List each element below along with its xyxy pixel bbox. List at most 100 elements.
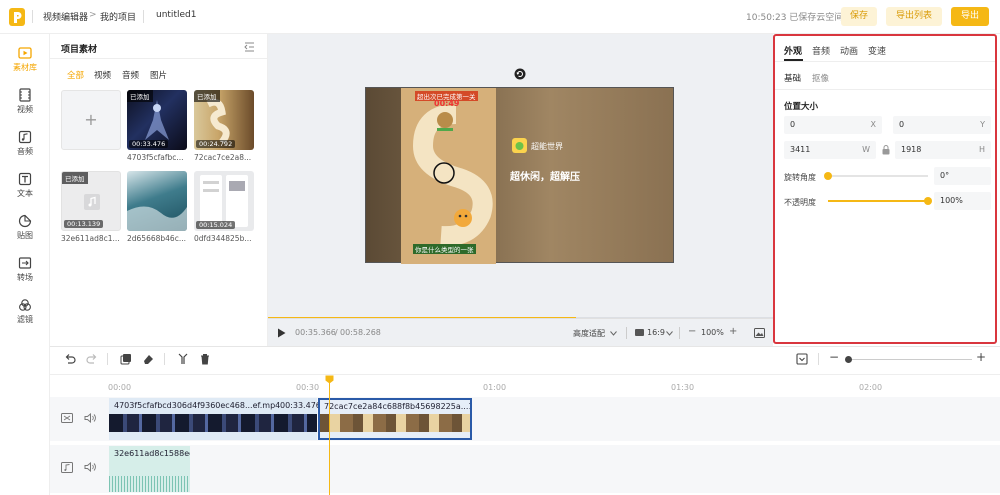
divider xyxy=(775,89,995,90)
export-list-button[interactable]: 导出列表 xyxy=(886,7,942,26)
material-thumb-3[interactable]: 已添加 00:13.139 xyxy=(61,171,121,231)
material-name: 2d65668b46c... xyxy=(127,234,186,243)
added-tag: 已添加 xyxy=(62,172,88,184)
tab-all[interactable]: 全部 xyxy=(67,69,84,81)
video-clip-1[interactable]: 4703f5cfafbcd306d4f9360ec468...ef.mp4 00… xyxy=(109,398,321,440)
breadcrumb-projects[interactable]: 我的项目 xyxy=(100,10,136,23)
divider xyxy=(143,10,144,23)
material-thumb-4[interactable] xyxy=(127,171,187,231)
export-button[interactable]: 导出 xyxy=(951,7,989,26)
rotation-slider[interactable] xyxy=(824,172,928,180)
clip-duration: 00:33.476 xyxy=(280,401,321,410)
eraser-icon[interactable] xyxy=(142,353,154,365)
current-time: 00:35.366 xyxy=(295,328,336,337)
preview-controls: 00:35.366 / 00:58.268 高度适配 16:9 − 100% + xyxy=(268,318,773,346)
material-thumb-1[interactable]: 已添加 00:33.476 xyxy=(127,90,187,150)
divider xyxy=(32,10,33,23)
total-time: 00:58.268 xyxy=(340,328,381,337)
playhead-handle-icon[interactable] xyxy=(325,375,334,384)
tab-appearance[interactable]: 外观 xyxy=(784,44,802,57)
sidebar-item-label: 文本 xyxy=(17,189,33,198)
zoom-out-button[interactable]: − xyxy=(688,326,696,337)
sidebar-item-text[interactable]: 文本 xyxy=(0,168,50,206)
opacity-input[interactable]: 100% xyxy=(934,192,991,210)
zoom-in-button[interactable]: + xyxy=(729,326,737,337)
video-canvas[interactable]: 超出次已完成第一关 00:49 你是什么类型的一张 超能世界 超休闲，超解压 xyxy=(365,87,674,264)
track-visibility-icon[interactable] xyxy=(61,413,73,423)
audio-track xyxy=(50,445,1000,493)
opacity-label: 不透明度 xyxy=(784,198,816,207)
tab-image[interactable]: 图片 xyxy=(150,69,167,81)
rotation-value: 0° xyxy=(940,171,950,180)
aspect-ratio-icon[interactable] xyxy=(635,329,644,336)
background-image-icon[interactable] xyxy=(754,328,765,338)
sidebar-item-video[interactable]: 视频 xyxy=(0,84,50,122)
x-field[interactable]: 0 X xyxy=(784,116,882,134)
save-status: 10:50:23 已保存云空间 xyxy=(746,13,844,23)
subtab-basic[interactable]: 基础 xyxy=(784,72,801,84)
properties-panel: 外观 音频 动画 变速 基础 抠像 位置大小 0 X 0 Y 3411 W 19… xyxy=(773,34,997,344)
rotation-slider-knob[interactable] xyxy=(824,172,832,180)
tab-video[interactable]: 视频 xyxy=(94,69,111,81)
tab-animation[interactable]: 动画 xyxy=(840,44,858,57)
save-button[interactable]: 保存 xyxy=(841,7,877,26)
sidebar-item-transition[interactable]: 转场 xyxy=(0,252,50,290)
tab-audio[interactable]: 音频 xyxy=(812,44,830,57)
clip-name: 32e611ad8c1588ed... xyxy=(114,449,190,458)
brand-name: 超能世界 xyxy=(531,142,563,151)
fit-mode-select[interactable]: 高度适配 xyxy=(573,328,605,339)
y-field[interactable]: 0 Y xyxy=(893,116,991,134)
material-name: 0dfd344825b... xyxy=(194,234,252,243)
lock-ratio-icon[interactable] xyxy=(882,145,890,155)
chevron-down-icon[interactable] xyxy=(666,331,673,336)
selection-ring-icon[interactable] xyxy=(433,162,455,184)
ruler-tick: 01:30 xyxy=(671,383,695,392)
playhead-line xyxy=(329,380,330,495)
opacity-slider[interactable] xyxy=(828,197,932,205)
sidebar-item-library[interactable]: 素材库 xyxy=(0,42,50,80)
project-name[interactable]: untitled1 xyxy=(156,10,196,20)
rotate-handle-icon[interactable] xyxy=(514,68,526,80)
track-mute-icon[interactable] xyxy=(84,462,96,472)
aspect-ratio-select[interactable]: 16:9 xyxy=(647,328,665,337)
height-field[interactable]: 1918 H xyxy=(895,141,991,159)
collapse-panel-icon[interactable] xyxy=(244,42,255,52)
copy-icon[interactable] xyxy=(120,353,132,365)
opacity-slider-knob[interactable] xyxy=(924,197,932,205)
redo-icon[interactable] xyxy=(86,353,98,365)
tab-speed[interactable]: 变速 xyxy=(868,44,886,57)
subtab-keying[interactable]: 抠像 xyxy=(812,72,829,84)
width-unit: W xyxy=(862,145,870,154)
fit-timeline-icon[interactable] xyxy=(796,353,808,365)
divider xyxy=(50,374,1000,375)
height-value: 1918 xyxy=(901,145,922,154)
breadcrumb-editor[interactable]: 视频编辑器 xyxy=(43,10,88,23)
chevron-down-icon[interactable] xyxy=(610,331,617,336)
timeline-zoom-in-button[interactable]: + xyxy=(976,350,986,364)
play-icon[interactable] xyxy=(277,328,286,338)
sidebar-item-sticker[interactable]: 贴图 xyxy=(0,210,50,248)
sidebar-item-filter[interactable]: 滤镜 xyxy=(0,294,50,332)
app-logo-icon[interactable] xyxy=(8,7,26,27)
split-icon[interactable] xyxy=(177,353,189,365)
material-thumb-5[interactable]: 00:15.024 xyxy=(194,171,254,231)
material-thumb-2[interactable]: 已添加 00:24.792 xyxy=(194,90,254,150)
clip-filmstrip xyxy=(109,414,317,432)
sidebar-item-audio[interactable]: 音频 xyxy=(0,126,50,164)
game-bottom-text: 你是什么类型的一张 xyxy=(413,244,476,254)
timeline-zoom-slider[interactable] xyxy=(847,359,972,360)
video-clip-2[interactable]: 72cac7ce2a84c688f8b45698225a...1e.mp4 xyxy=(318,398,472,440)
rotation-input[interactable]: 0° xyxy=(934,167,991,185)
filter-icon xyxy=(19,299,31,311)
track-mute-icon[interactable] xyxy=(84,413,96,423)
timeline-zoom-out-button[interactable]: − xyxy=(829,350,839,364)
music-icon xyxy=(18,130,32,144)
tab-audio[interactable]: 音频 xyxy=(122,69,139,81)
play-square-icon xyxy=(18,47,32,59)
undo-icon[interactable] xyxy=(64,353,76,365)
audio-clip[interactable]: 32e611ad8c1588ed... xyxy=(109,446,190,492)
width-field[interactable]: 3411 W xyxy=(784,141,876,159)
delete-icon[interactable] xyxy=(199,353,211,365)
timeline-zoom-knob[interactable] xyxy=(845,356,852,363)
add-material-button[interactable]: + xyxy=(61,90,121,150)
